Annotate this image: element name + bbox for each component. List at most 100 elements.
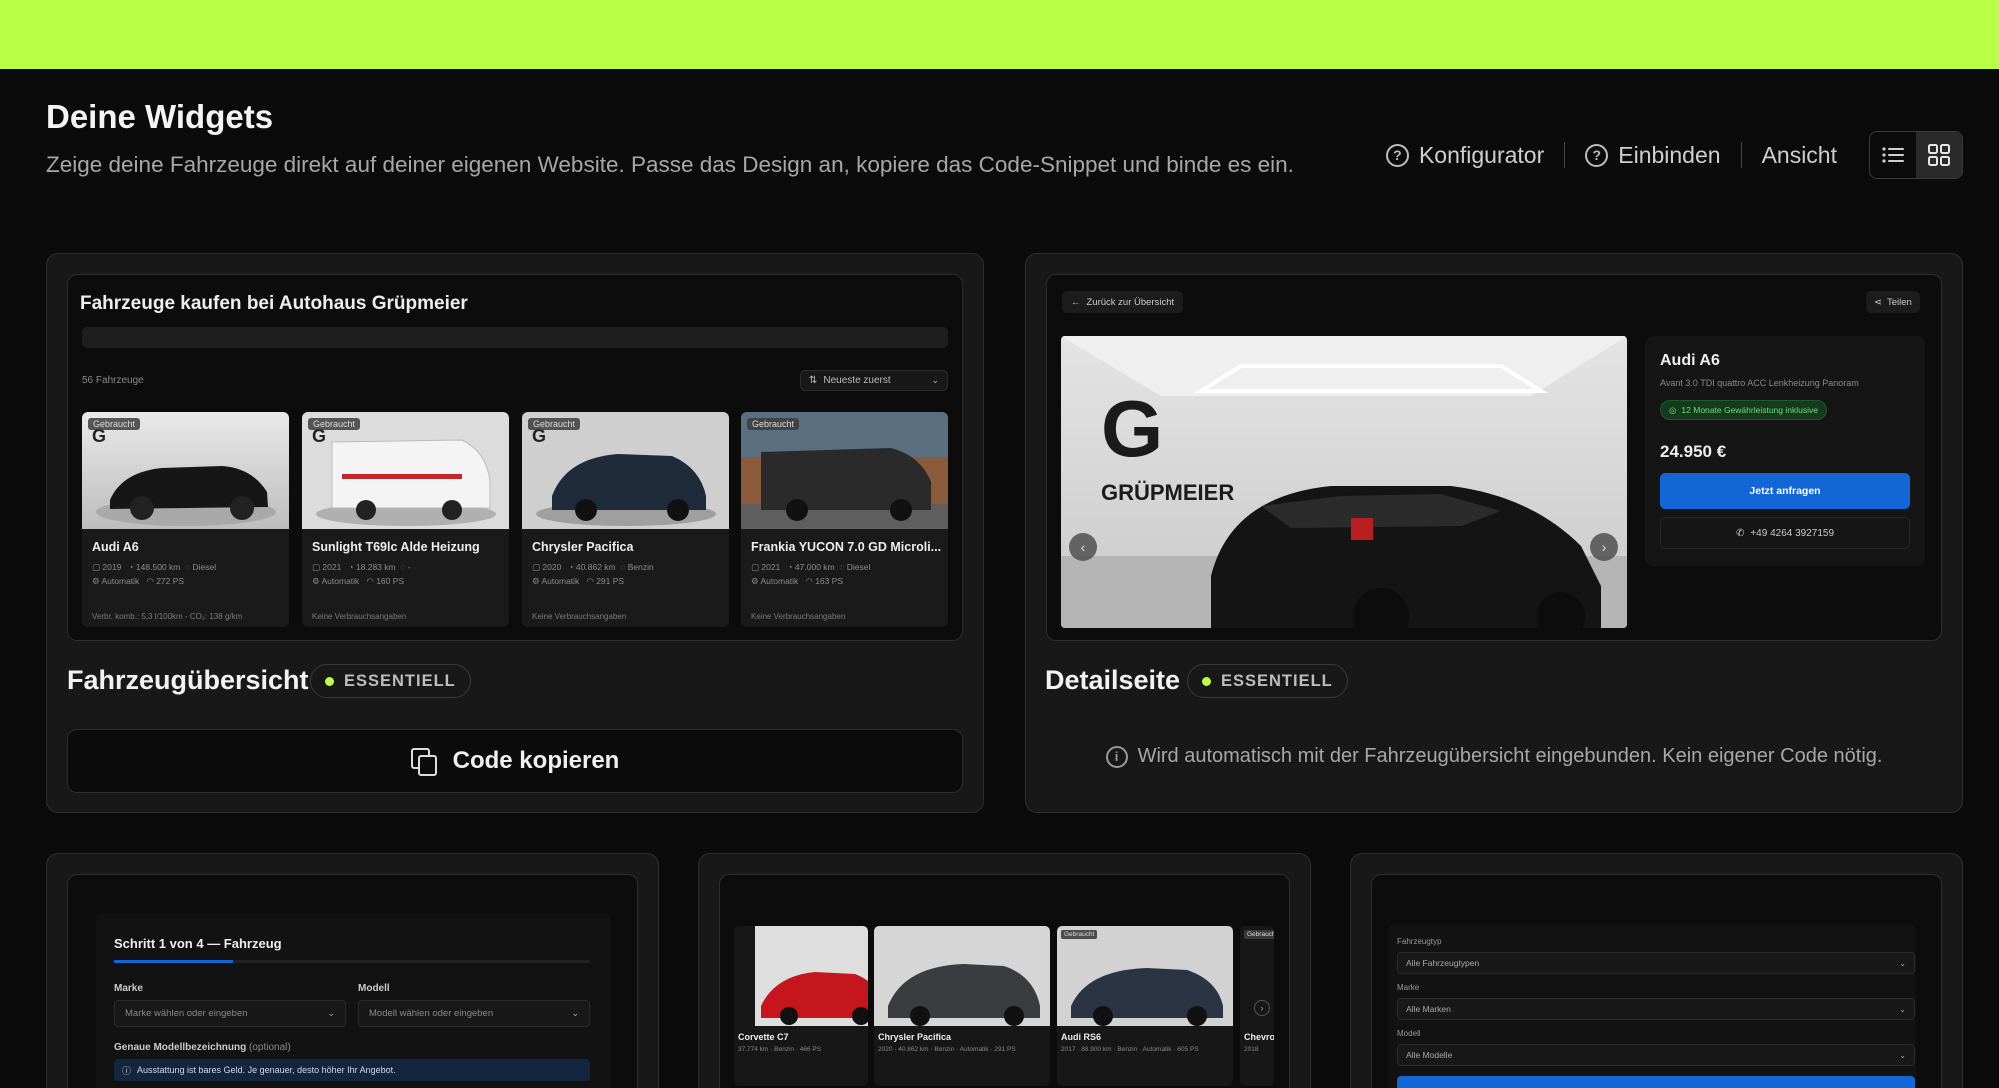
model-label: Modell bbox=[1397, 1029, 1421, 1038]
used-badge: Gebraucht bbox=[747, 418, 800, 430]
vehicle-specs: 37.774 km · Benzin · 466 PS bbox=[738, 1046, 822, 1053]
used-badge: Gebraucht bbox=[308, 418, 361, 430]
vehicle-name: Audi A6 bbox=[92, 540, 139, 554]
phone-button: ✆ +49 4264 3927159 bbox=[1660, 517, 1910, 549]
vehicle-count: 56 Fahrzeuge bbox=[82, 375, 144, 386]
consumption-info: Keine Verbrauchsangaben bbox=[751, 612, 846, 621]
used-badge: Gebraucht bbox=[1061, 930, 1098, 939]
consumption-info: Verbr. komb.: 5,3 l/100km - CO₂: 138 g/k… bbox=[92, 612, 243, 621]
essential-badge: ESSENTIELL bbox=[310, 664, 471, 698]
vehicle-specs-2: ⚙ Automatik ◠ 272 PS bbox=[92, 576, 185, 586]
help-circle-icon: ? bbox=[1385, 143, 1409, 167]
list-icon bbox=[1882, 147, 1904, 163]
detail-price: 24.950 € bbox=[1660, 442, 1727, 461]
next-image-button: › bbox=[1590, 533, 1618, 561]
detail-card-title: Detailseite bbox=[1045, 665, 1181, 695]
copy-icon bbox=[410, 748, 437, 776]
vehicle-name: Sunlight T69lc Alde Heizung bbox=[312, 540, 480, 554]
konfigurator-link[interactable]: ? Konfigurator bbox=[1366, 142, 1564, 169]
vehicle-specs: 2017 · 88.900 km · Benzin · Automatik · … bbox=[1061, 1046, 1199, 1053]
overview-card-title: Fahrzeugübersicht bbox=[67, 665, 309, 695]
vehicle-specs-2: ⚙ Automatik ◠ 291 PS bbox=[532, 576, 625, 586]
chevron-down-icon: ⌄ bbox=[1899, 958, 1906, 968]
vehicle-name: Audi RS6 bbox=[1061, 1032, 1102, 1042]
used-badge: Gebraucht bbox=[528, 418, 581, 430]
progress-fill bbox=[114, 960, 233, 963]
consumption-info: Keine Verbrauchsangaben bbox=[312, 612, 407, 621]
slider-vehicle-card: Chrysler Pacifica 2020 · 40.862 km · Ben… bbox=[874, 926, 1050, 1086]
grid-view-button[interactable] bbox=[1916, 132, 1962, 178]
phone-icon: ✆ bbox=[1735, 527, 1745, 539]
help-circle-icon: ? bbox=[1585, 143, 1609, 167]
shield-check-icon: ◎ bbox=[1669, 404, 1677, 415]
sort-icon: ⇅ bbox=[809, 375, 818, 386]
vehicle-card: G Gebraucht Sunlight T69lc Alde Heizung … bbox=[302, 412, 509, 627]
essential-label: ESSENTIELL bbox=[1221, 671, 1333, 690]
top-accent-bar bbox=[0, 0, 1999, 69]
view-toggle bbox=[1869, 131, 1963, 179]
used-badge: Gebraucht bbox=[1244, 930, 1274, 939]
chevron-down-icon: ⌄ bbox=[327, 1008, 335, 1018]
widget-preview-title: Fahrzeuge kaufen bei Autohaus Grüpmeier bbox=[80, 293, 468, 314]
chevron-down-icon: ⌄ bbox=[1899, 1050, 1906, 1060]
warranty-badge: ◎ 12 Monate Gewährleistung inklusive bbox=[1660, 400, 1827, 420]
brand-label: Marke bbox=[1397, 983, 1420, 992]
detail-vehicle-name: Audi A6 bbox=[1660, 352, 1720, 369]
essential-badge: ESSENTIELL bbox=[1187, 664, 1348, 698]
svg-text:G: G bbox=[1101, 384, 1163, 473]
marke-label: Marke bbox=[114, 983, 143, 994]
slider-vehicle-card: Gebraucht Audi RS6 2017 · 88.900 km · Be… bbox=[1057, 926, 1233, 1086]
form-step-title: Schritt 1 von 4 — Fahrzeug bbox=[114, 936, 282, 951]
vehicle-photo bbox=[874, 926, 1050, 1026]
form-info-hint: ⓘ Ausstattung ist bares Geld. Je genauer… bbox=[114, 1059, 590, 1081]
vehicle-name: Chrysler Pacifica bbox=[878, 1032, 952, 1042]
detail-photo: G GRÜPMEIER bbox=[1061, 336, 1627, 628]
vehicle-specs-2: ⚙ Automatik ◠ 163 PS bbox=[751, 576, 844, 586]
modell-label: Modell bbox=[358, 983, 390, 994]
dealer-logo-text: GRÜPMEIER bbox=[1101, 480, 1234, 505]
page-subtitle: Zeige deine Fahrzeuge direkt auf deiner … bbox=[46, 152, 1294, 177]
model-select: Alle Modelle ⌄ bbox=[1397, 1044, 1915, 1066]
inquiry-button: Jetzt anfragen bbox=[1660, 473, 1910, 509]
vehicle-photo bbox=[1057, 926, 1233, 1026]
slider-vehicle-card: Corvette C7 37.774 km · Benzin · 466 PS bbox=[734, 926, 868, 1086]
info-icon: ⓘ bbox=[122, 1065, 132, 1076]
detail-info-text: i Wird automatisch mit der Fahrzeugübers… bbox=[1087, 745, 1901, 768]
vehicle-specs: ▢ 2021 ◔ 47.000 km ◌ Diesel bbox=[751, 562, 871, 572]
sort-label: Neueste zuerst bbox=[823, 375, 891, 386]
vehicle-card: G Gebraucht Chrysler Pacifica ▢ 2020 ◔ 4… bbox=[522, 412, 729, 627]
slider-next-button: › bbox=[1254, 1000, 1270, 1016]
used-badge: Gebraucht bbox=[88, 418, 141, 430]
type-label: Fahrzeugtyp bbox=[1397, 937, 1442, 946]
list-view-button[interactable] bbox=[1870, 132, 1916, 178]
prev-image-button: ‹ bbox=[1069, 533, 1097, 561]
vehicle-specs: ▢ 2021 ◔ 18.283 km ◌ - bbox=[312, 562, 411, 572]
search-button bbox=[1397, 1076, 1915, 1088]
ansicht-text: Ansicht bbox=[1761, 141, 1837, 168]
widget-search-bar bbox=[82, 327, 948, 348]
grid-icon bbox=[1928, 144, 1950, 166]
vehicle-specs: 2018 bbox=[1244, 1046, 1259, 1053]
vehicle-name: Corvette C7 bbox=[738, 1032, 789, 1042]
vehicle-name: Frankia YUCON 7.0 GD Microli... bbox=[751, 540, 941, 554]
vehicle-photo bbox=[755, 926, 868, 1026]
marke-select: Marke wählen oder eingeben ⌄ bbox=[114, 1000, 346, 1027]
vehicle-name: Chrysler Pacifica bbox=[532, 540, 634, 554]
modell-select: Modell wählen oder eingeben ⌄ bbox=[358, 1000, 590, 1027]
chevron-down-icon: ⌄ bbox=[571, 1008, 579, 1018]
header-actions: ? Konfigurator ? Einbinden Ansicht bbox=[1366, 131, 1963, 179]
chevron-down-icon: ⌄ bbox=[931, 375, 939, 385]
page-title: Deine Widgets bbox=[46, 98, 274, 135]
share-icon: ⋖ bbox=[1874, 296, 1882, 308]
einbinden-link[interactable]: ? Einbinden bbox=[1565, 142, 1740, 169]
vehicle-specs: ▢ 2020 ◔ 40.862 km ◌ Benzin bbox=[532, 562, 654, 572]
essential-label: ESSENTIELL bbox=[344, 671, 456, 690]
vehicle-card: Gebraucht Frankia YUCON 7.0 GD Microli..… bbox=[741, 412, 948, 627]
chevron-down-icon: ⌄ bbox=[1899, 1004, 1906, 1014]
info-icon: i bbox=[1105, 745, 1128, 768]
ansicht-label: Ansicht bbox=[1742, 142, 1857, 169]
copy-code-button[interactable]: Code kopieren bbox=[67, 729, 963, 793]
car-showroom-image: G GRÜPMEIER bbox=[1061, 336, 1627, 628]
status-dot bbox=[1202, 676, 1211, 686]
vehicle-card: G Gebraucht Audi A6 ▢ 2019 ◔ 148.500 km … bbox=[82, 412, 289, 627]
